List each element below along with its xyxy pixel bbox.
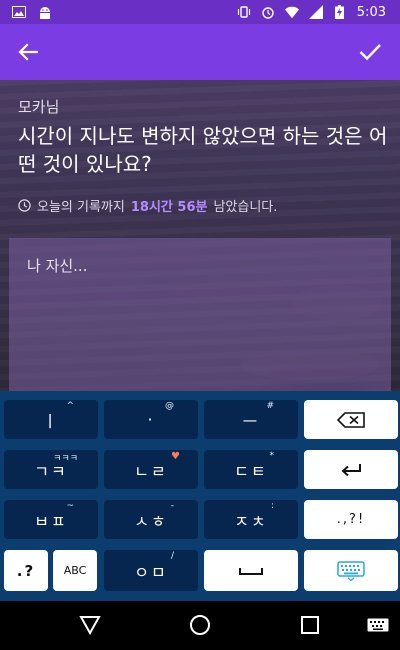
key-label: ㅡ [242,411,260,431]
space-key[interactable] [204,550,298,591]
key-label: ㅣ [42,411,60,431]
key-label: ABC [63,564,87,577]
home-circle-icon [190,615,210,635]
navigation-bar [0,601,400,650]
alarm-icon [261,5,275,19]
keyboard-settings-icon [337,560,365,581]
vibrate-icon [237,5,251,19]
key-hint: @ [165,401,174,411]
key-hint: # [266,401,274,411]
app-bar [0,24,400,80]
key-label: ㅅㅎ [134,511,168,531]
key-ieung-mieum[interactable]: / ㅇㅁ [104,550,198,591]
key-label: .,?! [336,512,366,527]
author-name: 모카님 [18,98,60,116]
key-hint: / [170,551,174,561]
key-hint: * [269,451,275,461]
deadline-suffix: 남았습니다. [213,200,278,215]
arrow-back-icon [18,43,38,61]
battery-charging-icon [333,5,347,19]
signal-icon [308,5,323,19]
key-hint: ~ [66,501,74,511]
heart-icon: ♥ [171,451,180,462]
key-label: ㅇㅁ [134,562,168,582]
question-card: 모카님 시간이 지나도 변하지 않았으면 하는 것은 어떤 것이 있나요? 오늘… [0,80,400,391]
key-label: · [147,410,155,429]
key-hint: ㅋㅋㅋ [53,454,78,464]
backspace-key[interactable] [304,400,398,439]
answer-area[interactable] [9,238,391,391]
nav-recents-button[interactable] [294,609,326,641]
recents-square-icon [301,616,319,634]
deadline-info: 오늘의 기록까지 18시간 56분 남았습니다. [18,196,277,215]
symbols-key[interactable]: .? [4,550,48,591]
keyboard-settings-key[interactable] [304,550,398,591]
key-label: .? [16,561,36,580]
key-label: ㄷㅌ [234,461,268,481]
question-text: 시간이 지나도 변하지 않았으면 하는 것은 어떤 것이 있나요? [18,124,388,176]
back-triangle-icon [79,616,101,635]
enter-icon [341,463,361,476]
key-bieup-pieup[interactable]: ~ ㅂㅍ [4,500,98,539]
key-eu[interactable]: # ㅡ [204,400,298,439]
key-jieut-chieut[interactable]: : ㅈㅊ [204,500,298,539]
deadline-prefix: 오늘의 기록까지 [37,200,125,215]
wifi-icon [284,5,299,19]
check-icon [359,44,381,61]
key-siot-hieut[interactable]: - ㅅㅎ [104,500,198,539]
punctuation-key[interactable]: .,?! [304,500,398,539]
answer-input[interactable] [27,256,367,276]
key-nieun-rieul[interactable]: ♥ ㄴㄹ [104,450,198,489]
key-giyeok-kieuk[interactable]: ㅋㅋㅋ ㄱㅋ [4,450,98,489]
clock-icon [18,199,31,212]
key-label: ㅂㅍ [34,511,68,531]
clock-text: 5:03 [356,4,386,20]
key-dot[interactable]: @ · [104,400,198,439]
deadline-remaining: 18시간 56분 [130,200,208,215]
enter-key[interactable] [304,450,398,489]
nav-keyboard-switch-button[interactable] [362,609,394,641]
keyboard-switch-icon [367,618,389,632]
image-icon [12,5,26,19]
key-hint: : [270,501,274,511]
key-digeut-tieut[interactable]: * ㄷㅌ [204,450,298,489]
back-button[interactable] [0,24,56,80]
nav-home-button[interactable] [184,609,216,641]
key-label: ㅈㅊ [234,511,268,531]
space-icon [239,567,263,575]
backspace-icon [337,411,365,428]
key-label: ㄴㄹ [134,461,168,481]
key-hint: ^ [66,401,74,411]
abc-key[interactable]: ABC [53,550,97,591]
status-bar: 5:03 [0,0,400,24]
key-i[interactable]: ^ ㅣ [4,400,98,439]
confirm-button[interactable] [340,24,400,80]
android-icon [38,5,52,19]
key-hint: - [170,501,174,511]
nav-back-button[interactable] [74,609,106,641]
keyboard: ^ ㅣ @ · # ㅡ ㅋㅋㅋ ㄱㅋ ♥ ㄴㄹ * ㄷㅌ ~ ㅂㅍ - ㅅㅎ :… [0,391,400,601]
